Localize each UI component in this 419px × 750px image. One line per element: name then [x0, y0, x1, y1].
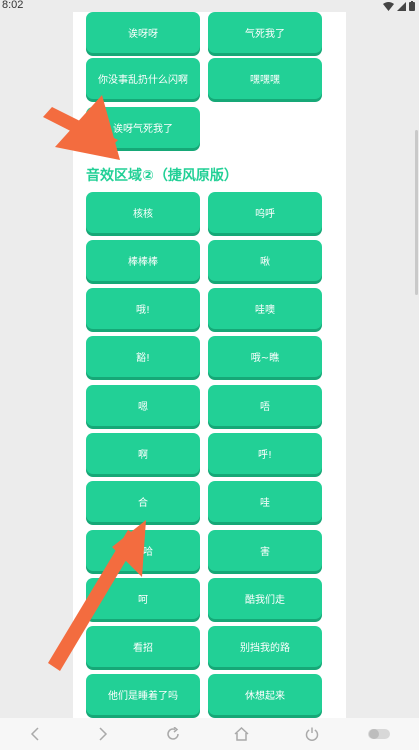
home-icon[interactable]: [234, 727, 249, 741]
sound-button[interactable]: 酷我们走: [208, 578, 322, 619]
section-title: 音效区域②（捷风原版）: [86, 168, 238, 184]
bottom-nav-bar: [0, 718, 419, 750]
toggle-icon[interactable]: [367, 727, 391, 741]
sound-button[interactable]: 呵: [86, 578, 200, 619]
sound-button[interactable]: 诶呀气死我了: [86, 107, 200, 148]
sound-button[interactable]: 嘿嘿嘿: [208, 58, 322, 99]
sound-button[interactable]: 棒棒棒: [86, 240, 200, 281]
forward-icon[interactable]: [98, 727, 108, 741]
sound-button[interactable]: 合: [86, 481, 200, 522]
refresh-icon[interactable]: [166, 727, 180, 741]
signal-icon: [397, 1, 406, 11]
sound-button[interactable]: 啾: [208, 240, 322, 281]
battery-icon: [409, 1, 415, 11]
sound-button[interactable]: 嗯: [86, 385, 200, 426]
power-icon[interactable]: [305, 727, 319, 741]
sound-button[interactable]: 他们是睡着了吗: [86, 674, 200, 715]
sound-button[interactable]: 呼!: [208, 433, 322, 474]
sound-board-panel: 诶呀呀 气死我了 你没事乱扔什么闪啊 嘿嘿嘿 诶呀气死我了 音效区域②（捷风原版…: [73, 12, 346, 718]
sound-button[interactable]: 豁!: [86, 336, 200, 377]
sound-button[interactable]: 诶呀呀: [86, 12, 200, 53]
sound-button[interactable]: 哦~瞧: [208, 336, 322, 377]
sound-button[interactable]: 哇: [208, 481, 322, 522]
wifi-icon: [383, 1, 394, 11]
sound-button[interactable]: 哦!: [86, 288, 200, 329]
status-bar: 8:02: [0, 0, 419, 12]
sound-button[interactable]: 别挡我的路: [208, 626, 322, 667]
sound-button[interactable]: 啊: [86, 433, 200, 474]
back-icon[interactable]: [30, 727, 40, 741]
sound-button[interactable]: 你没事乱扔什么闪啊: [86, 58, 200, 99]
sound-button[interactable]: 气死我了: [208, 12, 322, 53]
sound-button[interactable]: 呜呼: [208, 192, 322, 233]
sound-button[interactable]: 害: [208, 530, 322, 571]
sound-button[interactable]: 哈哈: [86, 530, 200, 571]
sound-button[interactable]: 看招: [86, 626, 200, 667]
sound-button[interactable]: 核核: [86, 192, 200, 233]
sound-button[interactable]: 唔: [208, 385, 322, 426]
status-time: 8:02: [2, 0, 24, 11]
scrollbar[interactable]: [415, 130, 418, 295]
sound-button[interactable]: 休想起来: [208, 674, 322, 715]
sound-button[interactable]: 哇噢: [208, 288, 322, 329]
status-icons: [383, 1, 415, 11]
